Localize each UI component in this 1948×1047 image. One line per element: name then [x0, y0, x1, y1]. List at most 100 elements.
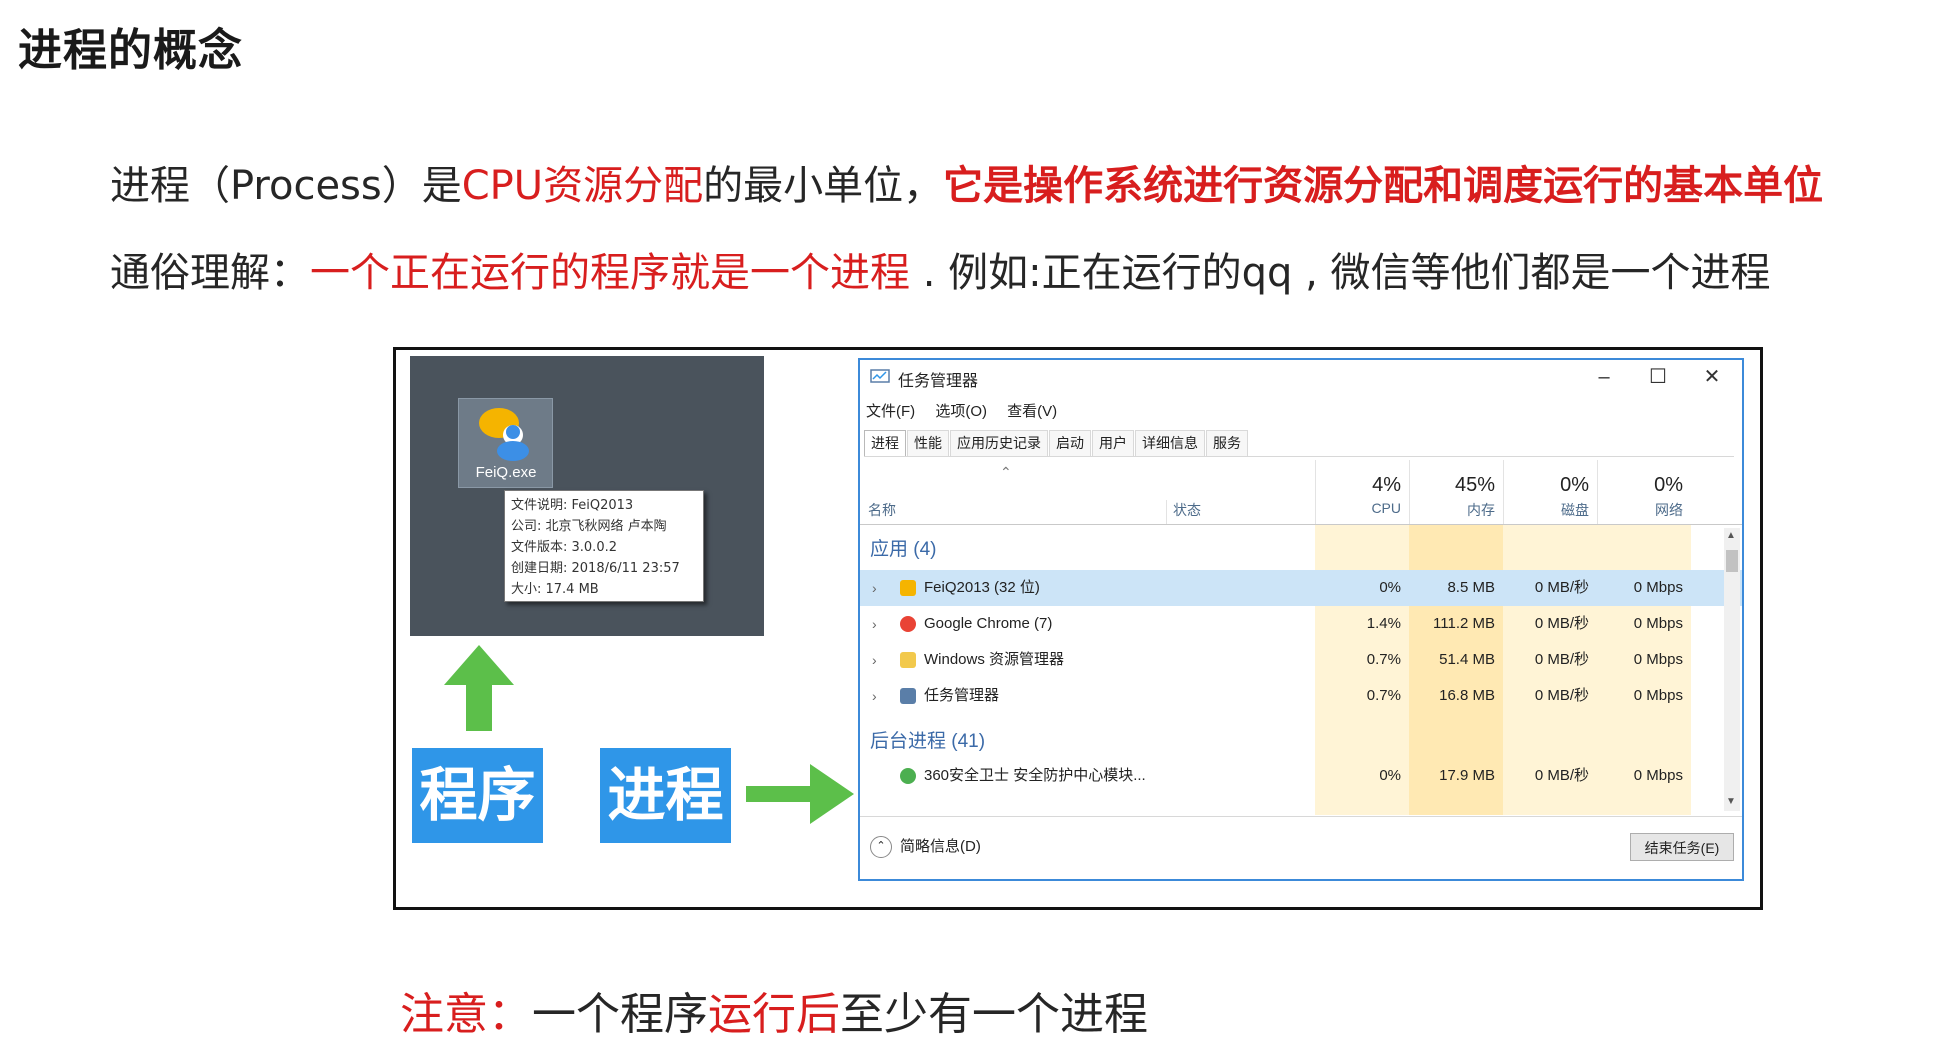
- menu-options[interactable]: 选项(O): [935, 403, 987, 420]
- task-manager-icon: [870, 369, 890, 383]
- network-value: 0 Mbps: [1633, 579, 1683, 596]
- task-manager-small-icon: [900, 688, 916, 704]
- cpu-value: 0%: [1379, 579, 1401, 596]
- tab-users[interactable]: 用户: [1092, 430, 1134, 456]
- expand-chevron-icon[interactable]: ›: [872, 606, 877, 642]
- file-tooltip: 文件说明: FeiQ2013 公司: 北京飞秋网络 卢本陶 文件版本: 3.0.…: [504, 490, 704, 602]
- feiq-icon: [900, 580, 916, 596]
- process-row[interactable]: › Google Chrome (7) 1.4% 111.2 MB 0 MB/秒…: [860, 606, 1742, 642]
- feiq-bubble-icon: [479, 408, 529, 461]
- network-value: 0 Mbps: [1633, 651, 1683, 668]
- arrow-right-icon: [746, 764, 854, 824]
- process-row[interactable]: › 任务管理器 0.7% 16.8 MB 0 MB/秒 0 Mbps: [860, 678, 1742, 714]
- expand-chevron-icon[interactable]: ›: [872, 642, 877, 678]
- expand-chevron-icon[interactable]: ›: [872, 570, 877, 606]
- note-text: 一个程序: [532, 989, 708, 1040]
- note-label: 注意：: [400, 989, 532, 1040]
- minimize-button[interactable]: –: [1582, 362, 1626, 392]
- memory-value: 16.8 MB: [1439, 687, 1495, 704]
- tab-performance[interactable]: 性能: [907, 430, 949, 456]
- disk-label: 磁盘: [1561, 502, 1589, 518]
- disk-value: 0 MB/秒: [1534, 579, 1589, 596]
- network-value: 0 Mbps: [1633, 615, 1683, 632]
- tooltip-line: 公司: 北京飞秋网络 卢本陶: [511, 519, 667, 534]
- window-title: 任务管理器: [898, 373, 979, 390]
- fewer-details-label: 简略信息(D): [900, 838, 981, 855]
- definition-text-2: 的最小单位，: [703, 163, 944, 209]
- memory-value: 8.5 MB: [1447, 579, 1495, 596]
- tooltip-line: 大小: 17.4 MB: [511, 582, 599, 597]
- definition-emphasis: 它是操作系统进行资源分配和调度运行的基本单位: [943, 163, 1824, 209]
- chevron-up-icon: ⌃: [870, 836, 892, 859]
- tab-processes[interactable]: 进程: [864, 430, 906, 456]
- cpu-value: 0.7%: [1366, 687, 1401, 704]
- col-disk[interactable]: 0% 磁盘: [1503, 460, 1597, 524]
- feiq-icon-label: FeiQ.exe: [475, 464, 537, 481]
- menu-view[interactable]: 查看(V): [1007, 403, 1057, 420]
- disk-value: 0 MB/秒: [1534, 651, 1589, 668]
- tab-services[interactable]: 服务: [1206, 430, 1248, 456]
- cpu-total: 4%: [1372, 474, 1401, 496]
- tooltip-line: 创建日期: 2018/6/11 23:57: [511, 561, 680, 576]
- menu-bar: 文件(F) 选项(O) 查看(V): [866, 400, 1073, 422]
- slide-title: 进程的概念: [18, 25, 243, 76]
- task-manager-window: 任务管理器 – ☐ ✕ 文件(F) 选项(O) 查看(V) 进程 性能 应用历史记录…: [858, 358, 1744, 881]
- memory-value: 51.4 MB: [1439, 651, 1495, 668]
- title-bar[interactable]: 任务管理器 – ☐ ✕: [860, 360, 1742, 394]
- col-status[interactable]: 状态: [1166, 500, 1201, 524]
- tooltip-line: 文件说明: FeiQ2013: [511, 498, 634, 513]
- network-value: 0 Mbps: [1633, 767, 1683, 784]
- scroll-up-icon[interactable]: ▲: [1726, 530, 1736, 541]
- col-network[interactable]: 0% 网络: [1597, 460, 1691, 524]
- cpu-value: 0%: [1379, 767, 1401, 784]
- explanation-label: 通俗理解：: [110, 250, 310, 296]
- expand-chevron-icon[interactable]: ›: [872, 678, 877, 714]
- disk-total: 0%: [1560, 474, 1589, 496]
- process-name: 360安全卫士 安全防护中心模块...: [924, 767, 1146, 784]
- program-label-box: 程序: [412, 748, 543, 843]
- process-name: Windows 资源管理器: [924, 651, 1065, 668]
- chrome-icon: [900, 616, 916, 632]
- note-text-2: 至少有一个进程: [840, 989, 1148, 1040]
- folder-icon: [900, 652, 916, 668]
- maximize-button[interactable]: ☐: [1636, 362, 1680, 392]
- tab-startup[interactable]: 启动: [1049, 430, 1091, 456]
- network-total: 0%: [1654, 474, 1683, 496]
- fewer-details-button[interactable]: ⌃ 简略信息(D): [870, 835, 981, 859]
- explanation-example: . 例如:正在运行的qq , 微信等他们都是一个进程: [910, 250, 1771, 296]
- definition-highlight: CPU资源分配: [461, 163, 704, 209]
- memory-value: 111.2 MB: [1433, 615, 1495, 632]
- menu-file[interactable]: 文件(F): [866, 403, 915, 420]
- 360-icon: [900, 768, 916, 784]
- process-row[interactable]: 360安全卫士 安全防护中心模块... 0% 17.9 MB 0 MB/秒 0 …: [860, 758, 1742, 794]
- network-value: 0 Mbps: [1633, 687, 1683, 704]
- col-memory[interactable]: 45% 内存: [1409, 460, 1503, 524]
- process-name: 任务管理器: [924, 687, 1000, 704]
- tab-strip: 进程 性能 应用历史记录 启动 用户 详细信息 服务: [864, 430, 1734, 457]
- scroll-down-icon[interactable]: ▼: [1726, 796, 1736, 807]
- tab-app-history[interactable]: 应用历史记录: [950, 430, 1048, 456]
- cpu-value: 0.7%: [1366, 651, 1401, 668]
- col-name[interactable]: 名称: [868, 500, 896, 520]
- memory-value: 17.9 MB: [1439, 767, 1495, 784]
- col-cpu[interactable]: 4% CPU: [1315, 460, 1409, 524]
- tooltip-line: 文件版本: 3.0.0.2: [511, 540, 617, 555]
- process-name: Google Chrome (7): [924, 615, 1053, 632]
- process-row[interactable]: › Windows 资源管理器 0.7% 51.4 MB 0 MB/秒 0 Mb…: [860, 642, 1742, 678]
- definition-line: 进程（Process）是CPU资源分配的最小单位，它是操作系统进行资源分配和调度…: [110, 153, 1823, 211]
- definition-text: 进程（Process）是: [110, 163, 462, 209]
- close-button[interactable]: ✕: [1690, 362, 1734, 392]
- background-group-header[interactable]: 后台进程 (41): [870, 726, 985, 753]
- scroll-thumb[interactable]: [1726, 550, 1738, 572]
- footer-bar: ⌃ 简略信息(D) 结束任务(E): [860, 816, 1742, 881]
- process-label-box: 进程: [600, 748, 731, 843]
- disk-value: 0 MB/秒: [1534, 687, 1589, 704]
- vertical-scrollbar[interactable]: ▲ ▼: [1724, 528, 1740, 811]
- end-task-button[interactable]: 结束任务(E): [1630, 833, 1734, 861]
- tab-details[interactable]: 详细信息: [1135, 430, 1205, 456]
- process-name: FeiQ2013 (32 位): [924, 579, 1040, 596]
- process-row[interactable]: › FeiQ2013 (32 位) 0% 8.5 MB 0 MB/秒 0 Mbp…: [860, 570, 1742, 606]
- apps-group-header[interactable]: 应用 (4): [870, 534, 937, 561]
- memory-label: 内存: [1467, 502, 1495, 518]
- cpu-label: CPU: [1371, 500, 1401, 516]
